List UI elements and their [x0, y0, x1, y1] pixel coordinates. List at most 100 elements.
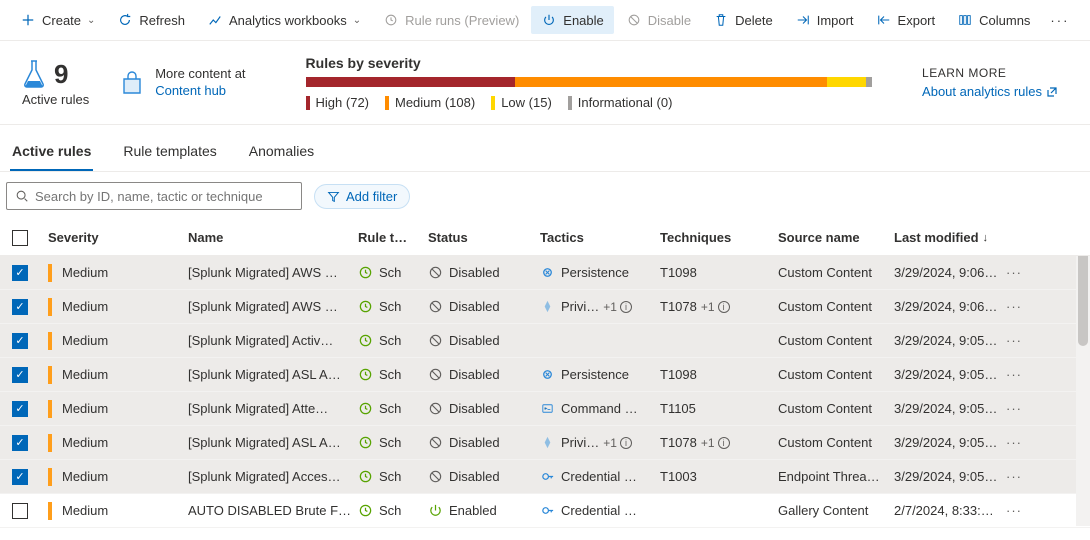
- cell-status: Disabled: [428, 401, 540, 416]
- row-checkbox[interactable]: ✓: [12, 401, 28, 417]
- cell-name[interactable]: [Splunk Migrated] ASL A…: [188, 435, 358, 450]
- cell-status: Enabled: [428, 503, 540, 518]
- row-checkbox[interactable]: ✓: [12, 299, 28, 315]
- workbooks-button[interactable]: Analytics workbooks ⌄: [197, 6, 371, 34]
- tactic-icon: [540, 367, 555, 382]
- trash-icon: [713, 12, 729, 28]
- col-status[interactable]: Status: [428, 230, 540, 245]
- col-severity[interactable]: Severity: [48, 230, 188, 245]
- workbooks-label: Analytics workbooks: [229, 13, 347, 28]
- enable-label: Enable: [563, 13, 603, 28]
- columns-button[interactable]: Columns: [947, 6, 1040, 34]
- table-row[interactable]: ✓Medium[Splunk Migrated] ASL A…SchDisabl…: [0, 358, 1090, 392]
- cell-name[interactable]: AUTO DISABLED Brute F…: [188, 503, 358, 518]
- hub-link[interactable]: Content hub: [155, 83, 245, 100]
- search-icon: [15, 189, 29, 203]
- search-input[interactable]: [35, 189, 293, 204]
- row-overflow-menu[interactable]: ···: [1006, 435, 1046, 450]
- hub-line1: More content at: [155, 66, 245, 83]
- cell-severity: Medium: [48, 298, 188, 316]
- clock-icon: [358, 469, 373, 484]
- cell-source: Custom Content: [778, 435, 894, 450]
- add-filter-button[interactable]: Add filter: [314, 184, 410, 209]
- cell-name[interactable]: [Splunk Migrated] Atte…: [188, 401, 358, 416]
- delete-button[interactable]: Delete: [703, 6, 783, 34]
- content-hub-card[interactable]: More content at Content hub: [119, 66, 245, 100]
- row-checkbox[interactable]: ✓: [12, 265, 28, 281]
- disabled-icon: [428, 367, 443, 382]
- cell-severity: Medium: [48, 400, 188, 418]
- learn-link[interactable]: About analytics rules: [922, 84, 1058, 99]
- overflow-menu[interactable]: ···: [1042, 7, 1077, 34]
- enable-button[interactable]: Enable: [531, 6, 613, 34]
- cell-tactics: Privi… +1i: [540, 299, 660, 314]
- cell-status: Disabled: [428, 469, 540, 484]
- cell-modified: 3/29/2024, 9:06…: [894, 265, 1006, 280]
- row-overflow-menu[interactable]: ···: [1006, 503, 1046, 518]
- export-button[interactable]: Export: [866, 6, 946, 34]
- cell-severity: Medium: [48, 264, 188, 282]
- export-icon: [876, 12, 892, 28]
- tabs: Active rules Rule templates Anomalies: [0, 125, 1090, 172]
- disable-icon: [626, 12, 642, 28]
- row-overflow-menu[interactable]: ···: [1006, 265, 1046, 280]
- table-row[interactable]: ✓Medium[Splunk Migrated] Activ…SchDisabl…: [0, 324, 1090, 358]
- create-button[interactable]: Create ⌄: [10, 6, 105, 34]
- clock-icon: [358, 401, 373, 416]
- cell-name[interactable]: [Splunk Migrated] Activ…: [188, 333, 358, 348]
- select-all-checkbox[interactable]: [12, 230, 28, 246]
- import-button[interactable]: Import: [785, 6, 864, 34]
- cell-name[interactable]: [Splunk Migrated] AWS …: [188, 265, 358, 280]
- tab-anomalies[interactable]: Anomalies: [247, 135, 316, 171]
- table-row[interactable]: ✓Medium[Splunk Migrated] AWS …SchDisable…: [0, 256, 1090, 290]
- row-checkbox[interactable]: ✓: [12, 469, 28, 485]
- disabled-icon: [428, 333, 443, 348]
- columns-icon: [957, 12, 973, 28]
- table-row[interactable]: ✓Medium[Splunk Migrated] ASL A…SchDisabl…: [0, 426, 1090, 460]
- row-checkbox[interactable]: ✓: [12, 435, 28, 451]
- table-row[interactable]: ✓Medium[Splunk Migrated] Acces…SchDisabl…: [0, 460, 1090, 494]
- col-tactics[interactable]: Tactics: [540, 230, 660, 245]
- legend-info: Informational (0): [568, 95, 673, 110]
- cell-name[interactable]: [Splunk Migrated] Acces…: [188, 469, 358, 484]
- col-source[interactable]: Source name: [778, 230, 894, 245]
- table-row[interactable]: ✓Medium[Splunk Migrated] AWS …SchDisable…: [0, 290, 1090, 324]
- tab-templates[interactable]: Rule templates: [121, 135, 218, 171]
- tab-active-rules[interactable]: Active rules: [10, 135, 93, 171]
- active-rules-card: 9 Active rules: [22, 59, 89, 107]
- row-overflow-menu[interactable]: ···: [1006, 469, 1046, 484]
- cell-name[interactable]: [Splunk Migrated] ASL A…: [188, 367, 358, 382]
- import-label: Import: [817, 13, 854, 28]
- flask-icon: [22, 59, 46, 89]
- row-overflow-menu[interactable]: ···: [1006, 401, 1046, 416]
- row-overflow-menu[interactable]: ···: [1006, 333, 1046, 348]
- columns-label: Columns: [979, 13, 1030, 28]
- chevron-down-icon: ⌄: [353, 15, 361, 26]
- col-modified[interactable]: Last modified ↓: [894, 230, 1006, 245]
- row-overflow-menu[interactable]: ···: [1006, 367, 1046, 382]
- table-row[interactable]: MediumAUTO DISABLED Brute F…SchEnabledCr…: [0, 494, 1090, 528]
- external-link-icon: [1046, 86, 1058, 98]
- refresh-button[interactable]: Refresh: [107, 6, 195, 34]
- disable-label: Disable: [648, 13, 691, 28]
- cell-tactics: Credential …: [540, 503, 660, 518]
- cell-rule-type: Sch: [358, 367, 428, 382]
- filter-row: Add filter: [0, 172, 1090, 220]
- cell-rule-type: Sch: [358, 503, 428, 518]
- cell-name[interactable]: [Splunk Migrated] AWS …: [188, 299, 358, 314]
- active-label: Active rules: [22, 92, 89, 107]
- tactic-icon: [540, 469, 555, 484]
- col-techniques[interactable]: Techniques: [660, 230, 778, 245]
- row-overflow-menu[interactable]: ···: [1006, 299, 1046, 314]
- col-name[interactable]: Name: [188, 230, 358, 245]
- cell-tactics: Privi… +1i: [540, 435, 660, 450]
- search-box[interactable]: [6, 182, 302, 210]
- plus-icon: [20, 12, 36, 28]
- row-checkbox[interactable]: [12, 503, 28, 519]
- cell-rule-type: Sch: [358, 333, 428, 348]
- clock-icon: [358, 333, 373, 348]
- row-checkbox[interactable]: ✓: [12, 333, 28, 349]
- table-row[interactable]: ✓Medium[Splunk Migrated] Atte…SchDisable…: [0, 392, 1090, 426]
- row-checkbox[interactable]: ✓: [12, 367, 28, 383]
- col-rule-type[interactable]: Rule t…: [358, 230, 428, 245]
